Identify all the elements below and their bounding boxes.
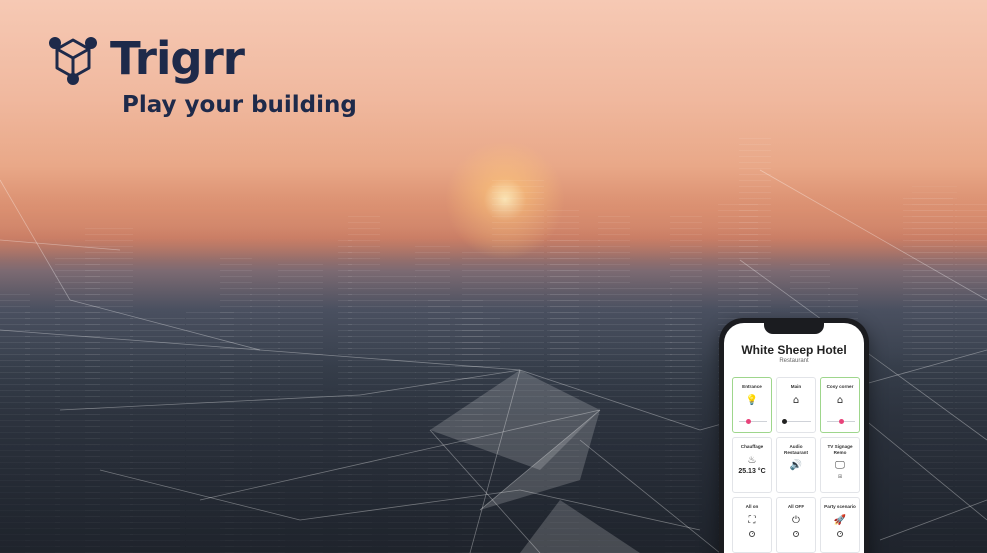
expand-icon: ⛶: [748, 514, 756, 526]
trigger-dot-icon: [837, 530, 843, 537]
rocket-icon: 🚀: [833, 514, 847, 526]
light-bulb-icon: 💡: [745, 394, 759, 406]
tile-label: Audio Restaurant: [784, 444, 808, 455]
tile-label: All on: [745, 504, 759, 509]
monitor-icon: 🖵: [835, 460, 845, 471]
speaker-icon: 🔊: [789, 460, 803, 471]
tile-label: Chauffage: [740, 444, 764, 449]
grid-icon: ⊞: [837, 474, 843, 480]
venue-subtitle: Restaurant: [779, 358, 809, 364]
heating-icon: ♨: [747, 454, 757, 466]
brand-tagline: Play your building: [122, 92, 357, 118]
phone-mockup: White Sheep Hotel Restaurant Entrance 💡 Ma…: [719, 318, 869, 553]
phone-notch: [764, 323, 824, 334]
control-tile-chauffage[interactable]: Chauffage ♨ 25.13 °C: [732, 437, 772, 493]
control-tile-main[interactable]: Main ⌂: [776, 377, 816, 433]
tile-label: Party scenario: [824, 504, 856, 509]
control-tile-all-on[interactable]: All on ⛶: [732, 497, 772, 553]
brand-name: Trigrr: [110, 32, 245, 85]
temperature-readout: 25.13 °C: [738, 467, 766, 475]
brightness-slider[interactable]: [739, 418, 767, 424]
hero-banner: Trigrr Play your building White Sheep Ho…: [0, 0, 987, 553]
phone-screen: White Sheep Hotel Restaurant Entrance 💡 Ma…: [724, 323, 864, 553]
power-icon: ⏻: [792, 514, 800, 526]
control-tile-party-scenario[interactable]: Party scenario 🚀: [820, 497, 860, 553]
ceiling-lamp-icon: ⌂: [792, 394, 800, 406]
hexagon-network-icon: [49, 37, 97, 85]
control-tile-entrance[interactable]: Entrance 💡: [732, 377, 772, 433]
control-tile-cosy-corner[interactable]: Cosy corner ⌂: [820, 377, 860, 433]
brightness-slider[interactable]: [827, 418, 855, 424]
tile-label: Entrance: [742, 384, 762, 389]
tile-label: Main: [790, 384, 802, 389]
brand-block: Trigrr: [46, 32, 245, 86]
slider-knob[interactable]: [838, 418, 844, 424]
control-tile-all-off[interactable]: All OFF ⏻: [776, 497, 816, 553]
ceiling-lamp-icon: ⌂: [836, 394, 844, 406]
slider-knob[interactable]: [781, 418, 787, 424]
control-tile-grid: Entrance 💡 Main ⌂ Cosy corner ⌂ Chauffage ♨ 25.1…: [732, 377, 860, 553]
tile-label: TV Signage Remo: [827, 444, 853, 455]
venue-title: White Sheep Hotel: [741, 343, 847, 357]
trigger-dot-icon: [749, 530, 755, 537]
tile-label: All OFF: [787, 504, 805, 509]
slider-knob[interactable]: [746, 418, 752, 424]
tile-label: Cosy corner: [826, 384, 854, 389]
control-tile-audio-restaurant[interactable]: Audio Restaurant 🔊: [776, 437, 816, 493]
trigger-dot-icon: [793, 530, 799, 537]
brightness-slider[interactable]: [781, 418, 811, 424]
control-tile-tv-signage-remo[interactable]: TV Signage Remo 🖵 ⊞: [820, 437, 860, 493]
